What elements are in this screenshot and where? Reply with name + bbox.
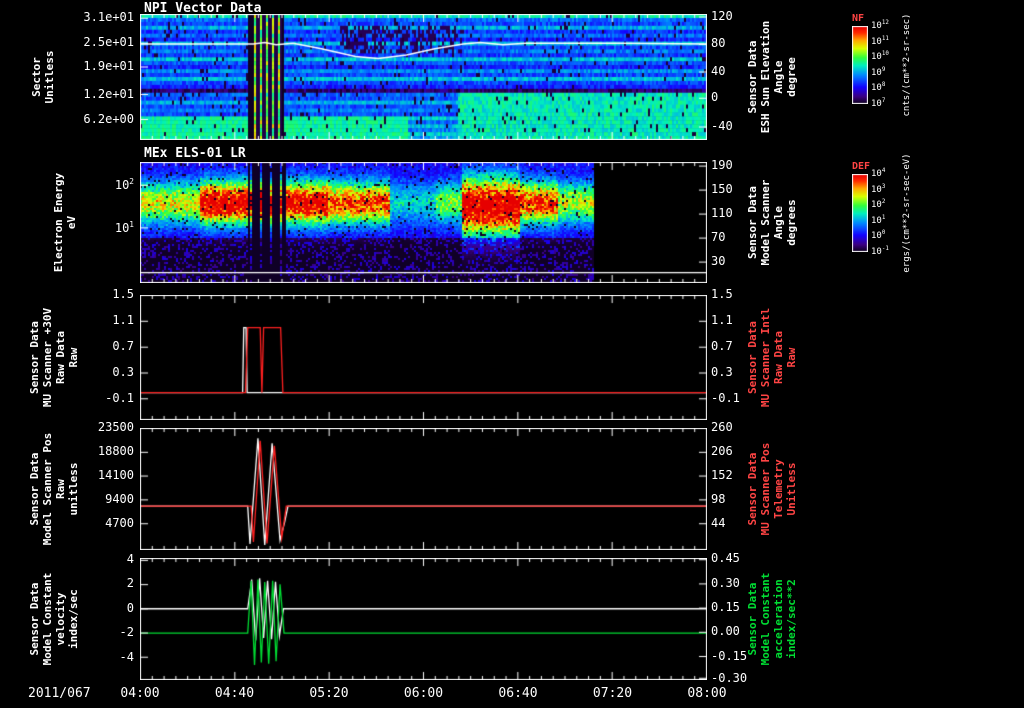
- nf-colorbar-label: NF: [852, 13, 865, 24]
- left-axis-title: Sector Unitless: [30, 50, 56, 104]
- colorbar-tick-label: 103: [871, 183, 886, 195]
- y-axis-tick-label: 6.2e+00: [83, 111, 134, 126]
- right-axis-title: Sensor Data Model Constant acceleration ind…: [746, 572, 798, 666]
- y-axis-tick-label: 1.2e+01: [83, 86, 134, 101]
- time-tick-label: 04:40: [214, 686, 255, 701]
- y-axis-tick-label: 2.5e+01: [83, 34, 134, 49]
- nf-colorbar-canvas: [852, 26, 868, 104]
- time-tick-label: 05:20: [309, 686, 349, 701]
- right-axis-title: Sensor Data Model Scanner Angle degrees: [746, 179, 798, 266]
- right-axis-title: Sensor Data MU Scanner Intl Raw Data Raw: [746, 307, 798, 408]
- colorbar-tick-label: 1012: [871, 20, 889, 31]
- colorbar-tick-label: 1011: [871, 35, 889, 47]
- colorbar-tick-label: 109: [871, 66, 886, 78]
- nf-colorbar-unit-label: cnts/(cm**2-sr-sec): [902, 13, 912, 117]
- plot-screen: NPI Vector Data MEx ELS-01 LR 2011/067 N…: [0, 0, 1024, 708]
- velocity-plot-canvas: [140, 558, 707, 680]
- right-axis-title: Sensor Data MU Scanner Pos Telemetry Unitle…: [746, 442, 798, 536]
- scanner-pos-plot-canvas: [140, 428, 707, 550]
- mu-scanner-30v-plot-canvas: [140, 295, 707, 420]
- panel-title-els: MEx ELS-01 LR: [144, 146, 246, 161]
- time-tick-label: 06:40: [498, 686, 538, 701]
- date-label: 2011/067: [28, 686, 91, 701]
- def-colorbar-label: DEF: [852, 161, 871, 172]
- colorbar-tick-label: 108: [871, 82, 886, 94]
- time-tick-label: 07:20: [592, 686, 633, 701]
- time-tick-label: 04:00: [120, 686, 160, 701]
- colorbar-tick-label: 107: [871, 98, 886, 109]
- left-axis-title: Electron Energy eV: [52, 172, 78, 273]
- left-axis-title: Sensor Data Model Scanner Pos Raw unitless: [28, 432, 80, 546]
- els-spectrogram-canvas: [140, 162, 707, 283]
- y-axis-tick-label: 3.1e+01: [83, 9, 134, 24]
- colorbar-tick-label: 1010: [871, 51, 889, 63]
- left-axis-title: Sensor Data Model Constant velocity index/s…: [28, 572, 80, 666]
- def-colorbar-canvas: [852, 174, 868, 252]
- colorbar-tick-label: 100: [871, 230, 886, 242]
- time-tick-label: 06:00: [403, 686, 444, 701]
- colorbar-tick-label: 102: [871, 199, 886, 211]
- panel-title-npi: NPI Vector Data: [144, 1, 262, 16]
- y-axis-tick-label: 1.9e+01: [83, 58, 134, 73]
- colorbar-tick-label: 101: [871, 214, 886, 226]
- colorbar-tick-label: 10-1: [871, 246, 889, 257]
- colorbar-tick-label: 104: [871, 168, 886, 179]
- right-axis-title: Sensor Data ESH Sun Elevation Angle degree: [746, 20, 798, 134]
- npi-spectrogram-canvas: [140, 14, 707, 140]
- time-tick-label: 08:00: [687, 686, 727, 701]
- left-axis-title: Sensor Data MU Scanner +30V Raw Data Raw: [28, 307, 80, 408]
- def-colorbar-unit-label: ergs/(cm**2-sr-sec-eV): [902, 153, 912, 273]
